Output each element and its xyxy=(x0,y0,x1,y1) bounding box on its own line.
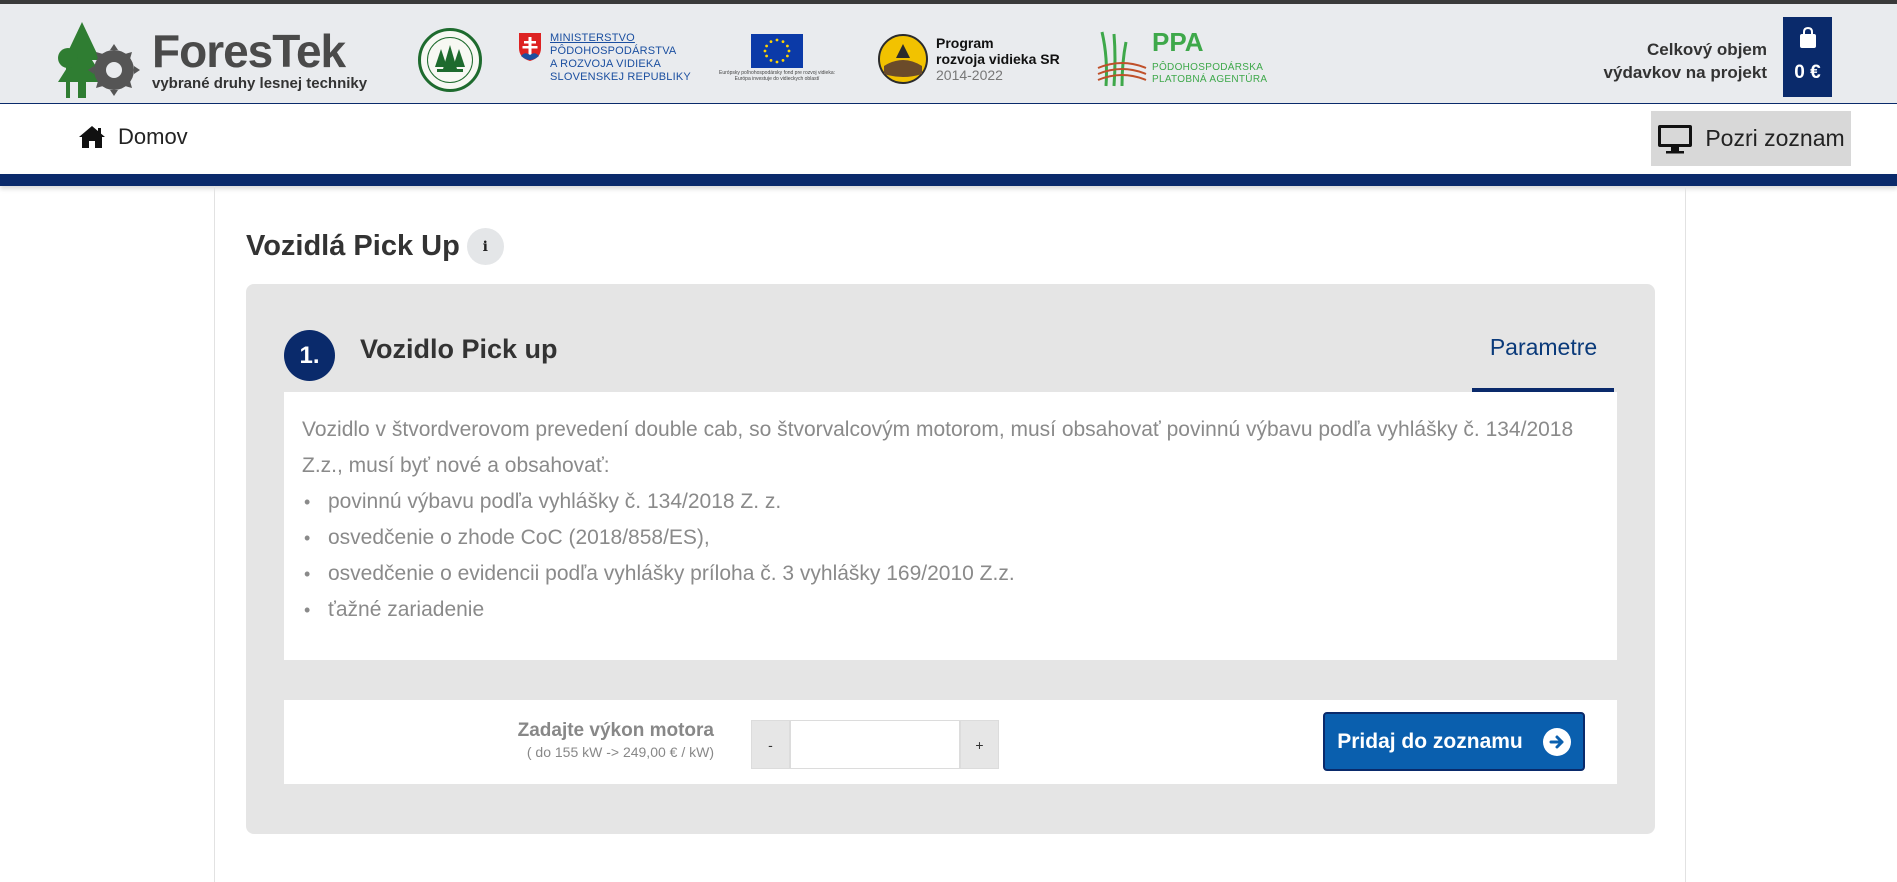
cart-button[interactable]: 0 € xyxy=(1783,17,1832,97)
home-link[interactable]: Domov xyxy=(78,124,188,150)
increment-button[interactable]: + xyxy=(960,720,999,769)
engine-power-hint: ( do 155 kW -> 249,00 € / kW) xyxy=(526,744,714,760)
forestek-logo[interactable]: ForesTek vybrané druhy lesnej techniky xyxy=(54,20,367,100)
program-logo: Program rozvoja vidieka SR 2014-2022 xyxy=(878,34,1060,84)
total-expenses-label: Celkový objem výdavkov na projekt xyxy=(1604,38,1767,84)
nav-bar-stripe xyxy=(0,174,1897,186)
program-emblem-icon xyxy=(878,34,928,84)
item-title: Vozidlo Pick up xyxy=(360,334,558,364)
site-header: ForesTek vybrané druhy lesnej techniky M… xyxy=(0,4,1897,104)
home-label: Domov xyxy=(118,124,188,149)
tab-parametre[interactable]: Parametre xyxy=(1472,334,1615,376)
brand-name: ForesTek xyxy=(152,24,346,77)
ministry-line-3: A ROZVOJA VIDIEKA xyxy=(550,58,661,70)
product-card: 1. Vozidlo Pick up Parametre Vozidlo v š… xyxy=(246,284,1655,834)
view-list-label: Pozri zoznam xyxy=(1705,125,1845,151)
shopping-bag-icon xyxy=(1783,26,1832,54)
list-item: povinnú výbavu podľa vyhlášky č. 134/201… xyxy=(302,484,1599,520)
grass-icon xyxy=(1096,28,1148,88)
requirements-list: povinnú výbavu podľa vyhlášky č. 134/201… xyxy=(302,484,1599,628)
add-to-list-label: Pridaj do zoznamu xyxy=(1337,729,1523,753)
forest-saw-icon xyxy=(54,20,142,100)
ministry-line-4: SLOVENSKEJ REPUBLIKY xyxy=(550,71,691,83)
ministry-line-2: PÔDOHOSPODÁRSTVA xyxy=(550,45,677,57)
item-number-badge: 1. xyxy=(284,330,335,381)
list-item: osvedčenie o zhode CoC (2018/858/ES), xyxy=(302,520,1599,556)
engine-power-input[interactable] xyxy=(790,720,960,769)
ministry-line-1: MINISTERSTVO xyxy=(550,32,635,44)
eu-caption: Európsky poľnohospodársky fond pre rozvo… xyxy=(719,70,835,82)
total-label-line-1: Celkový objem xyxy=(1647,40,1767,59)
add-to-list-button[interactable]: Pridaj do zoznamu xyxy=(1323,712,1585,771)
decrement-button[interactable]: - xyxy=(751,720,790,769)
list-item: osvedčenie o evidencii podľa vyhlášky pr… xyxy=(302,556,1599,592)
trees-icon xyxy=(435,45,465,72)
monitor-icon xyxy=(1658,124,1693,153)
ppa-sub-line-1: PÔDOHOSPODÁRSKA xyxy=(1152,62,1264,73)
description-line-2: Z.z., musí byť nové a obsahovať: xyxy=(302,454,610,477)
list-item: ťažné zariadenie xyxy=(302,592,1599,628)
slovak-shield-icon xyxy=(519,33,541,61)
ppa-title: PPA xyxy=(1152,27,1204,57)
eu-fund-logo: Európsky poľnohospodársky fond pre rozvo… xyxy=(714,34,840,82)
total-label-line-2: výdavkov na projekt xyxy=(1603,63,1767,82)
home-icon xyxy=(79,126,105,148)
description-line-1: Vozidlo v štvordverovom prevedení double… xyxy=(302,418,1574,441)
arrow-right-circle-icon xyxy=(1542,727,1571,756)
engine-power-stepper: - + xyxy=(751,720,999,769)
engine-power-label: Zadajte výkon motora xyxy=(517,720,714,741)
eu-flag-icon xyxy=(751,34,803,68)
order-form: Zadajte výkon motora ( do 155 kW -> 249,… xyxy=(284,700,1617,784)
info-icon[interactable]: i xyxy=(466,228,504,265)
forestry-seal-logo xyxy=(418,28,482,92)
brand-tagline: vybrané druhy lesnej techniky xyxy=(152,74,368,92)
item-description: Vozidlo v štvordverovom prevedení double… xyxy=(284,392,1617,660)
ministry-logo: MINISTERSTVO PÔDOHOSPODÁRSTVA A ROZVOJA … xyxy=(518,32,691,84)
view-list-button[interactable]: Pozri zoznam xyxy=(1651,111,1851,166)
ppa-sub-line-2: PLATOBNÁ AGENTÚRA xyxy=(1152,74,1268,85)
ppa-logo: PPA PÔDOHOSPODÁRSKA PLATOBNÁ AGENTÚRA xyxy=(1096,28,1267,88)
program-line-2: rozvoja vidieka SR xyxy=(936,51,1060,67)
program-years: 2014-2022 xyxy=(936,67,1003,83)
main-nav: Domov Pozri zoznam xyxy=(0,104,1897,174)
page-title: Vozidlá Pick Up xyxy=(246,230,460,262)
cart-total: 0 € xyxy=(1794,62,1821,83)
program-line-1: Program xyxy=(936,35,994,51)
main-content: Vozidlá Pick Up i 1. Vozidlo Pick up Par… xyxy=(214,186,1686,882)
